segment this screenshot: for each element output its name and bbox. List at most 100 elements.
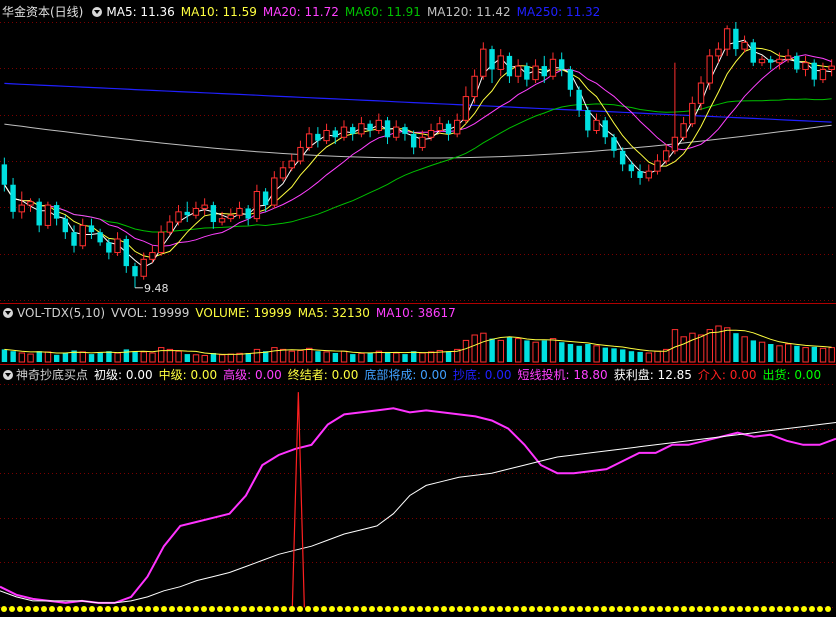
candle-body [767, 59, 774, 63]
candle-body [776, 58, 783, 64]
volume-bar [811, 346, 818, 362]
volume-bar [79, 351, 87, 363]
candle-body [62, 218, 69, 233]
volume-bar [620, 349, 626, 362]
candle-body [1, 164, 8, 185]
volume-bar [192, 354, 200, 363]
candle-body [680, 123, 687, 138]
baseline-dot [601, 606, 607, 612]
baseline-dot [65, 606, 71, 612]
candle-body [828, 65, 835, 70]
volume-bar [445, 351, 452, 362]
baseline-dot [593, 606, 599, 612]
baseline-dot [457, 606, 463, 612]
baseline-dot [649, 606, 655, 612]
ma60-label: MA60: 11.91 [344, 5, 421, 19]
candle-body [175, 211, 182, 223]
primary-label: 初级: 0.00 [94, 368, 153, 382]
volume-bar [776, 345, 783, 363]
volume-bar [114, 352, 121, 363]
baseline-dot [481, 606, 487, 612]
volume-bar [585, 344, 591, 362]
volume-bar [402, 354, 408, 362]
candle-body [611, 137, 617, 151]
volume-bar [819, 347, 827, 363]
vol-indicator-name: VOL-TDX(5,10) [17, 306, 106, 320]
candle-body [445, 123, 452, 134]
dropdown-icon[interactable] [3, 308, 13, 318]
ma60-line [3, 98, 832, 233]
baseline-dot [769, 606, 775, 612]
volume-bar [253, 348, 261, 363]
ma10-label: MA10: 11.59 [180, 5, 257, 19]
volume-bar [637, 351, 643, 362]
baseline-dot [409, 606, 415, 612]
candle-body [36, 201, 42, 226]
candle-body [758, 58, 766, 64]
baseline-dot [561, 606, 567, 612]
candle-body [97, 232, 103, 243]
baseline-dot [113, 606, 119, 612]
candle-body [340, 126, 348, 138]
volume-bar [245, 353, 251, 362]
candle-body [602, 120, 608, 138]
candle-body [140, 258, 147, 277]
candle-body [811, 62, 817, 80]
volume-bar [768, 344, 774, 362]
candle-body [218, 218, 226, 223]
volume-bar [532, 341, 539, 363]
advanced-label: 高级: 0.00 [223, 368, 282, 382]
candle-body [427, 129, 435, 138]
pane-separator[interactable] [0, 364, 836, 365]
dropdown-icon[interactable] [3, 370, 13, 380]
stock-title: 华金资本(日线) [2, 5, 84, 19]
volume-bar [593, 345, 600, 363]
baseline-dot [201, 606, 207, 612]
volume-bar [697, 334, 705, 363]
baseline-dot [25, 606, 31, 612]
baseline-dot [657, 606, 663, 612]
vol-ma10-label: MA10: 38617 [375, 306, 456, 320]
signal-spike [291, 392, 305, 608]
candle-body [436, 123, 443, 131]
baseline-dot [73, 606, 79, 612]
candle-body [332, 130, 338, 138]
candle-body [10, 184, 16, 212]
volume-bar [358, 352, 365, 363]
candle-body [323, 129, 330, 142]
volume-bar [53, 354, 60, 362]
volume-bar [10, 351, 16, 362]
volume-bar [611, 348, 617, 362]
volume-bar [489, 338, 495, 362]
volume-bar [784, 343, 792, 363]
volume-bar [741, 336, 748, 363]
vvol-label: VVOL: 19999 [111, 306, 190, 320]
baseline-dot [705, 606, 711, 612]
baseline-dot [689, 606, 695, 612]
baseline-dot [225, 606, 231, 612]
baseline-dot [233, 606, 239, 612]
indicator-name: 神奇抄底买点 [16, 368, 89, 382]
baseline-dot [337, 606, 343, 612]
baseline-dot [817, 606, 823, 612]
candle-body [750, 42, 756, 63]
baseline-dot [641, 606, 647, 612]
candle-body [794, 55, 800, 70]
candle-body [279, 167, 287, 179]
baseline-dot [49, 606, 55, 612]
baseline-dot [249, 606, 255, 612]
volume-bar [18, 352, 26, 363]
baseline-dot [585, 606, 591, 612]
baseline-dot [393, 606, 399, 612]
baseline-dot [1, 606, 7, 612]
baseline-dot [753, 606, 759, 612]
volume-bar [559, 342, 565, 362]
volume-bar [315, 351, 321, 362]
volume-label: VOLUME: 19999 [195, 306, 292, 320]
dropdown-icon[interactable] [92, 7, 103, 17]
volume-bar [506, 336, 513, 362]
baseline-dot [577, 606, 583, 612]
baseline-dot [353, 606, 359, 612]
baseline-dot [385, 606, 391, 612]
pane-separator[interactable] [0, 303, 836, 304]
